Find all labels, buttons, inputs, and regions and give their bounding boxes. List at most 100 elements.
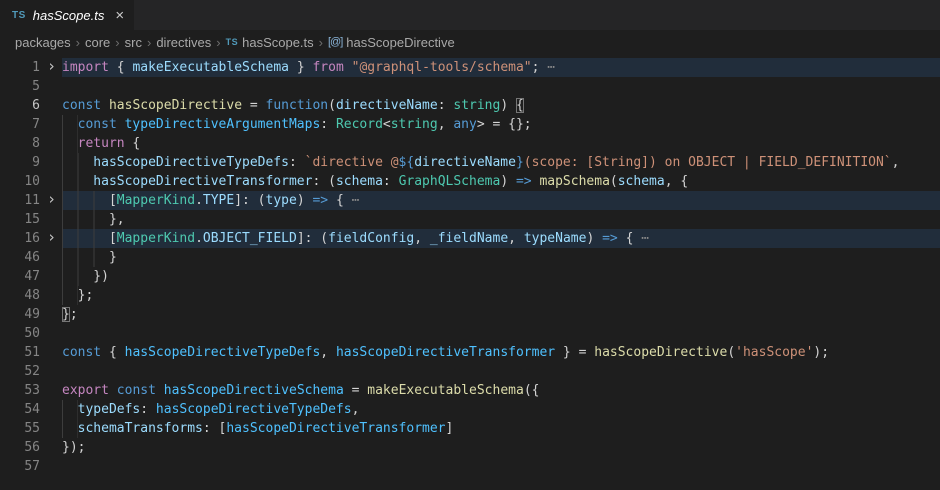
indent-guides: [62, 419, 78, 438]
code-line[interactable]: 51const { hasScopeDirectiveTypeDefs, has…: [0, 343, 940, 362]
gutter[interactable]: 5: [0, 77, 62, 96]
line-number[interactable]: 50: [0, 324, 40, 343]
code-line[interactable]: 55schemaTransforms: [hasScopeDirectiveTr…: [0, 419, 940, 438]
code-line[interactable]: 46}: [0, 248, 940, 267]
line-number[interactable]: 47: [0, 267, 40, 286]
breadcrumb-item[interactable]: directives: [156, 35, 211, 50]
gutter[interactable]: 57: [0, 457, 62, 476]
code-line[interactable]: 56});: [0, 438, 940, 457]
breadcrumb-item-label: directives: [156, 35, 211, 50]
breadcrumb-item[interactable]: core: [85, 35, 110, 50]
code-line[interactable]: 5: [0, 77, 940, 96]
fold-chevron-icon[interactable]: ›: [47, 228, 56, 247]
gutter[interactable]: 10: [0, 172, 62, 191]
code-content: export const hasScopeDirectiveSchema = m…: [62, 381, 940, 400]
gutter[interactable]: 48: [0, 286, 62, 305]
line-number[interactable]: 5: [0, 77, 40, 96]
line-number[interactable]: 7: [0, 115, 40, 134]
line-number[interactable]: 15: [0, 210, 40, 229]
code-line[interactable]: 54typeDefs: hasScopeDirectiveTypeDefs,: [0, 400, 940, 419]
line-number[interactable]: 55: [0, 419, 40, 438]
breadcrumb: packages›core›src›directives›TShasScope.…: [0, 30, 940, 54]
gutter[interactable]: 51: [0, 343, 62, 362]
gutter[interactable]: 56: [0, 438, 62, 457]
gutter[interactable]: 8: [0, 134, 62, 153]
code-editor[interactable]: 1›import { makeExecutableSchema } from "…: [0, 54, 940, 490]
gutter[interactable]: 9: [0, 153, 62, 172]
line-number[interactable]: 6: [0, 96, 40, 115]
line-number[interactable]: 51: [0, 343, 40, 362]
line-number[interactable]: 1: [0, 58, 40, 77]
line-number[interactable]: 46: [0, 248, 40, 267]
code-line[interactable]: 7const typeDirectiveArgumentMaps: Record…: [0, 115, 940, 134]
breadcrumb-separator: ›: [216, 35, 220, 50]
gutter[interactable]: 11 ›: [0, 191, 62, 210]
gutter[interactable]: 50: [0, 324, 62, 343]
code-line[interactable]: 52: [0, 362, 940, 381]
line-number[interactable]: 52: [0, 362, 40, 381]
gutter[interactable]: 55: [0, 419, 62, 438]
line-number[interactable]: 53: [0, 381, 40, 400]
typescript-file-icon: TS: [226, 37, 239, 47]
line-number[interactable]: 9: [0, 153, 40, 172]
code-content: hasScopeDirectiveTransformer: (schema: G…: [62, 172, 940, 191]
line-number[interactable]: 57: [0, 457, 40, 476]
code-content: import { makeExecutableSchema } from "@g…: [62, 58, 940, 77]
code-line[interactable]: 10 hasScopeDirectiveTransformer: (schema:…: [0, 172, 940, 191]
code-line[interactable]: 8return {: [0, 134, 940, 153]
gutter[interactable]: 52: [0, 362, 62, 381]
fold-chevron-icon[interactable]: ›: [47, 190, 56, 209]
code-line[interactable]: 15},: [0, 210, 940, 229]
breadcrumb-item[interactable]: [@]hasScopeDirective: [328, 35, 455, 50]
breadcrumb-item[interactable]: src: [125, 35, 142, 50]
line-number[interactable]: 11: [0, 191, 40, 210]
code-content: }: [62, 248, 940, 267]
tab-hasscope-ts[interactable]: TS hasScope.ts ×: [0, 0, 134, 30]
gutter[interactable]: 1›: [0, 58, 62, 77]
code-line[interactable]: 6const hasScopeDirective = function(dire…: [0, 96, 940, 115]
code-line[interactable]: 49};: [0, 305, 940, 324]
indent-guides: [62, 134, 78, 153]
code-line[interactable]: 57: [0, 457, 940, 476]
line-number[interactable]: 10: [0, 172, 40, 191]
symbol-variable-icon: [@]: [328, 36, 342, 48]
fold-chevron-icon[interactable]: ›: [47, 57, 56, 76]
line-number[interactable]: 48: [0, 286, 40, 305]
breadcrumb-item-label: hasScope.ts: [242, 35, 314, 50]
code-line[interactable]: 50: [0, 324, 940, 343]
gutter[interactable]: 49: [0, 305, 62, 324]
code-line[interactable]: 48};: [0, 286, 940, 305]
code-content: [MapperKind.TYPE]: (type) => { ⋯: [62, 191, 940, 210]
code-content: };: [62, 286, 940, 305]
code-line[interactable]: 11 › [MapperKind.TYPE]: (type) => { ⋯: [0, 191, 940, 210]
line-number[interactable]: 8: [0, 134, 40, 153]
gutter[interactable]: 53: [0, 381, 62, 400]
line-number[interactable]: 54: [0, 400, 40, 419]
gutter[interactable]: 7: [0, 115, 62, 134]
gutter[interactable]: 16 ›: [0, 229, 62, 248]
line-number[interactable]: 16: [0, 229, 40, 248]
gutter[interactable]: 54: [0, 400, 62, 419]
line-number[interactable]: 49: [0, 305, 40, 324]
breadcrumb-item[interactable]: TShasScope.ts: [226, 35, 314, 50]
code-line[interactable]: 16›[MapperKind.OBJECT_FIELD]: (fieldConf…: [0, 229, 940, 248]
code-content: [62, 362, 940, 381]
code-line[interactable]: 47}): [0, 267, 940, 286]
typescript-file-icon: TS: [12, 10, 26, 21]
breadcrumb-separator: ›: [319, 35, 323, 50]
code-line[interactable]: 53 export const hasScopeDirectiveSchema =…: [0, 381, 940, 400]
code-line[interactable]: 1›import { makeExecutableSchema } from "…: [0, 58, 940, 77]
breadcrumb-item[interactable]: packages: [15, 35, 71, 50]
gutter[interactable]: 46: [0, 248, 62, 267]
breadcrumb-item-label: packages: [15, 35, 71, 50]
code-line[interactable]: 9hasScopeDirectiveTypeDefs: `directive @…: [0, 153, 940, 172]
code-content: }): [62, 267, 940, 286]
close-icon[interactable]: ×: [115, 8, 124, 23]
gutter[interactable]: 15: [0, 210, 62, 229]
code-content: };: [62, 305, 940, 324]
line-number[interactable]: 56: [0, 438, 40, 457]
indent-guides: [62, 153, 93, 172]
gutter[interactable]: 47: [0, 267, 62, 286]
gutter[interactable]: 6: [0, 96, 62, 115]
code-content: [62, 77, 940, 96]
